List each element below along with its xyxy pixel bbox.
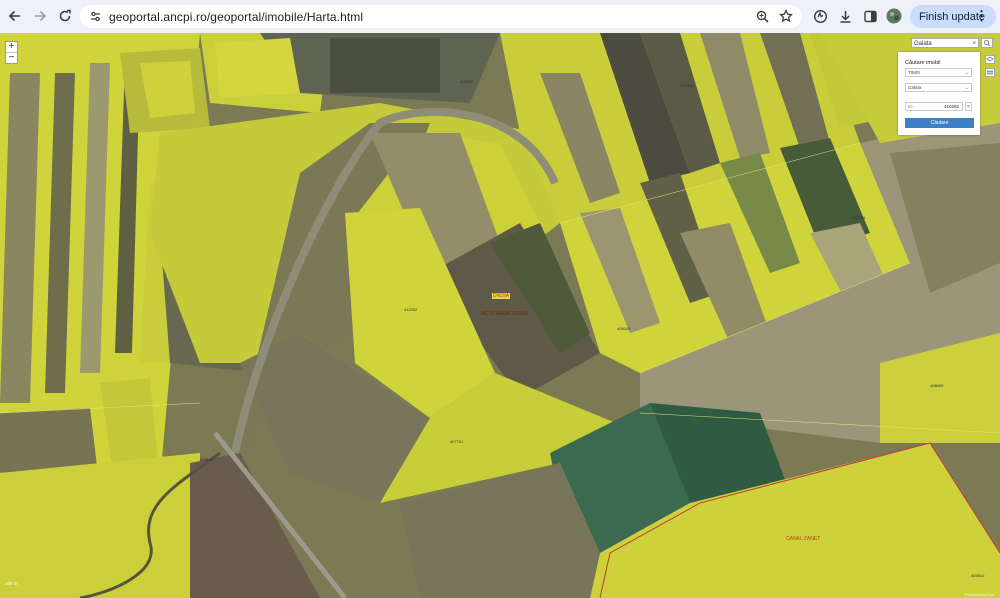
extension-icon bbox=[813, 9, 827, 23]
location-search-value: Galata bbox=[914, 41, 932, 47]
url-text: geoportal.ancpi.ro/geoportal/imobile/Har… bbox=[109, 10, 364, 24]
scale-bar: 200 m bbox=[5, 581, 18, 586]
basemap-button[interactable] bbox=[985, 68, 995, 77]
panel-title: Căutare imobil bbox=[905, 60, 941, 66]
reload-button[interactable] bbox=[55, 6, 75, 26]
back-button[interactable] bbox=[5, 6, 25, 26]
locality-value: Galata bbox=[908, 85, 922, 90]
id-prefix: ID: bbox=[908, 104, 914, 109]
attribution: Powered by Esri bbox=[965, 592, 995, 597]
parcel-label: 408089 bbox=[930, 383, 944, 388]
id-value: 410292 bbox=[943, 104, 959, 109]
side-panel-button[interactable] bbox=[862, 8, 878, 24]
map-viewport[interactable]: 406011 410292 407934 410284 408045 40810… bbox=[0, 33, 1000, 598]
side-panel-icon bbox=[863, 10, 877, 22]
address-bar[interactable]: geoportal.ancpi.ro/geoportal/imobile/Har… bbox=[80, 5, 802, 28]
downloads-button[interactable] bbox=[837, 8, 853, 24]
id-row: ID: 410292 × bbox=[905, 102, 972, 111]
chevron-down-icon: ⌄ bbox=[964, 70, 969, 76]
street-label: AC STRADA TEDOR bbox=[481, 311, 529, 317]
parcel-label: 407934 bbox=[680, 83, 694, 88]
extension-button[interactable] bbox=[812, 8, 828, 24]
layers-button[interactable] bbox=[985, 55, 995, 64]
profile-button[interactable] bbox=[886, 8, 902, 24]
forward-arrow-icon bbox=[35, 10, 47, 22]
property-search-panel: Căutare imobil TIMIS ⌄ Galata ⌄ ID: 4102… bbox=[898, 52, 980, 135]
reload-icon bbox=[59, 9, 71, 22]
county-value: TIMIS bbox=[908, 70, 920, 75]
chevron-down-icon: ⌄ bbox=[964, 85, 969, 91]
parcel-label: 410292 bbox=[404, 307, 418, 312]
site-info-icon[interactable] bbox=[89, 10, 102, 23]
parcel-label: 405810 bbox=[971, 573, 985, 578]
back-arrow-icon bbox=[8, 10, 20, 22]
bookmark-star-icon[interactable] bbox=[779, 9, 793, 23]
parcel-label: 407751 bbox=[450, 439, 464, 444]
more-menu-icon[interactable]: ⋮ bbox=[975, 9, 988, 23]
county-select[interactable]: TIMIS ⌄ bbox=[905, 68, 972, 77]
download-icon bbox=[840, 10, 850, 23]
parcel-label: 406011 bbox=[460, 79, 474, 84]
zoom-out-button[interactable]: − bbox=[6, 52, 17, 63]
zoom-in-button[interactable]: + bbox=[6, 42, 17, 52]
zoom-icon[interactable] bbox=[756, 10, 769, 23]
parcel-label: 408045 bbox=[617, 326, 631, 331]
locality-select[interactable]: Galata ⌄ bbox=[905, 83, 972, 92]
search-clear-icon[interactable]: × bbox=[972, 39, 976, 49]
profile-avatar bbox=[886, 8, 902, 24]
parcel-bottom-left bbox=[0, 453, 200, 598]
layers-icon bbox=[986, 56, 994, 62]
browser-toolbar: geoportal.ancpi.ro/geoportal/imobile/Har… bbox=[0, 0, 1000, 33]
location-search-input[interactable]: Galata × bbox=[911, 38, 979, 48]
zoom-controls: + − bbox=[5, 41, 18, 64]
property-id-input[interactable]: ID: 410292 bbox=[905, 102, 963, 111]
finish-update-button[interactable]: Finish update ⋮ bbox=[910, 5, 996, 28]
search-button[interactable] bbox=[981, 38, 993, 48]
parcel-label: 410284 bbox=[852, 215, 866, 220]
cautare-button[interactable]: Căutare bbox=[905, 118, 974, 128]
canal-label: CANAL ZANET bbox=[786, 536, 821, 542]
parcel-label: 408104 bbox=[200, 457, 214, 462]
clear-id-button[interactable]: × bbox=[965, 102, 972, 111]
road-label: DN59A bbox=[492, 293, 511, 299]
forward-button[interactable] bbox=[30, 6, 50, 26]
grid-icon bbox=[987, 70, 993, 75]
search-icon bbox=[984, 40, 991, 47]
